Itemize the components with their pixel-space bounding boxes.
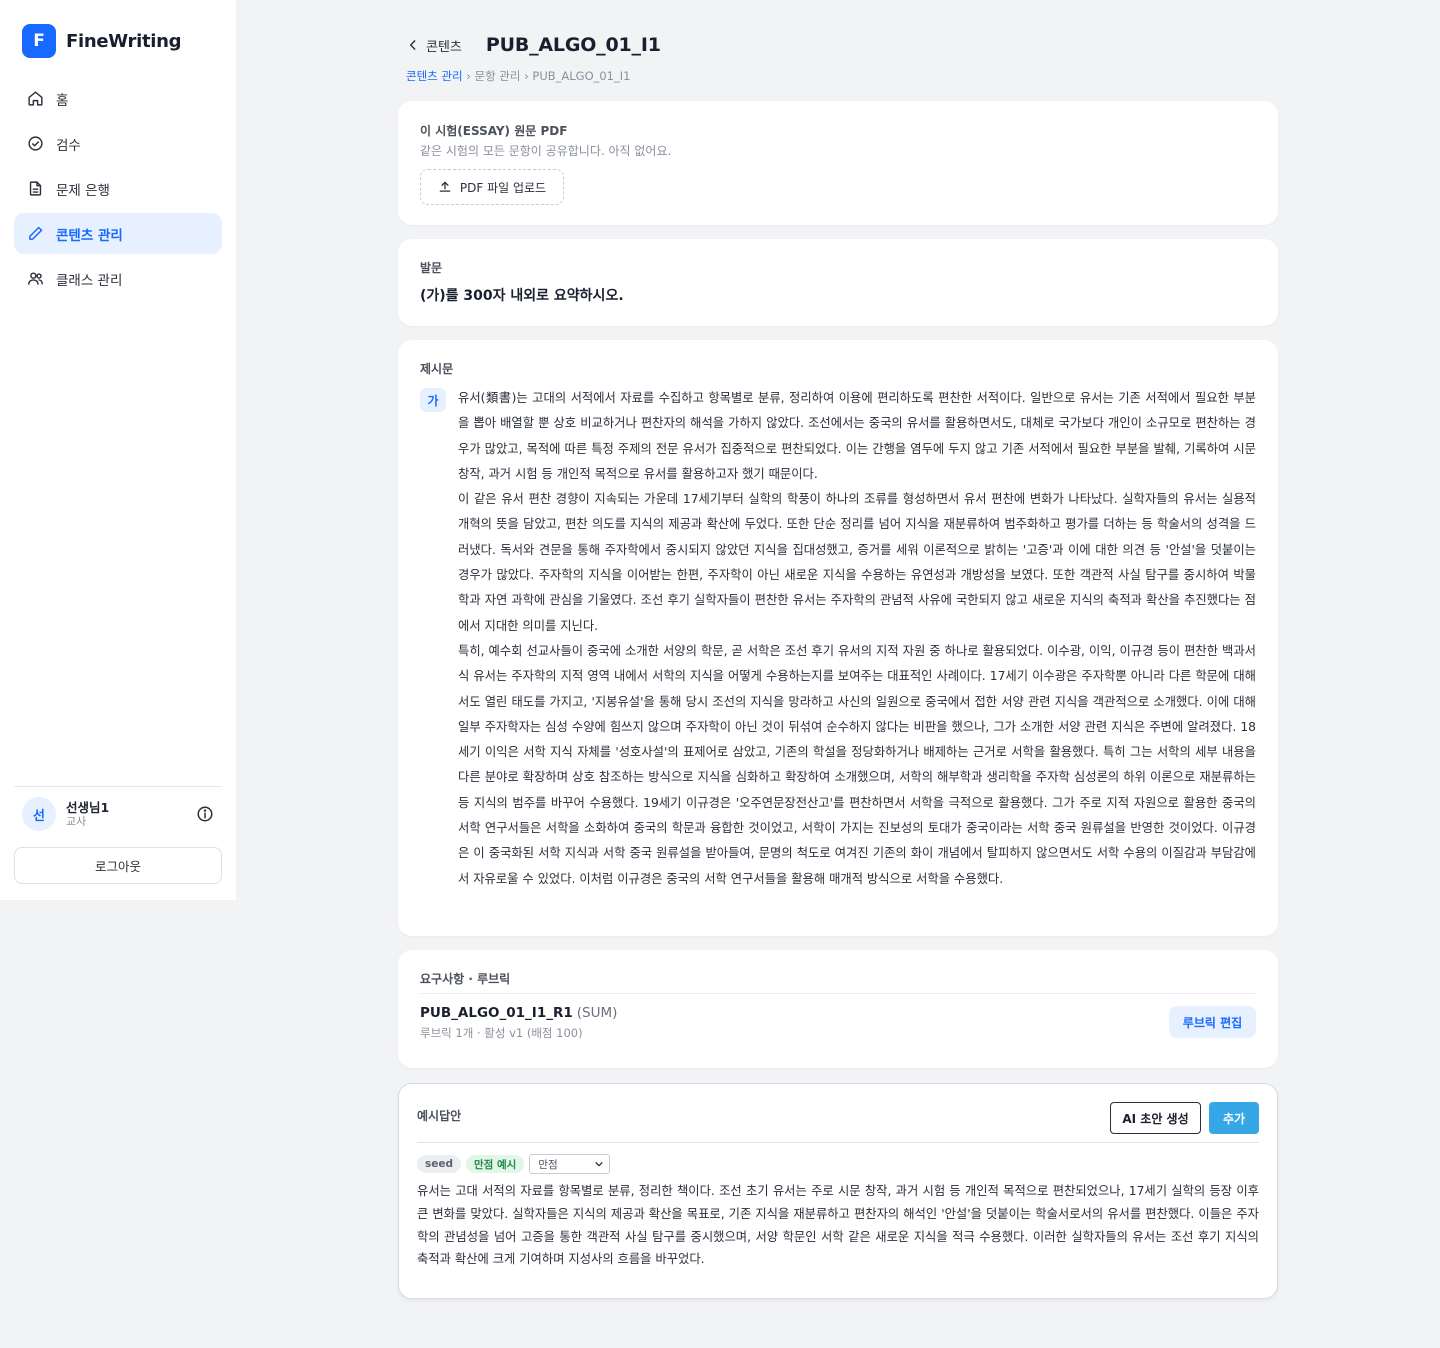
score-select[interactable]: 만점 <box>529 1154 611 1174</box>
page-header: 콘텐츠 PUB_ALGO_01_I1 <box>406 34 661 56</box>
sidebar-item-label: 검수 <box>56 137 81 154</box>
sidebar-item-class-management[interactable]: 클래스 관리 <box>14 258 222 299</box>
rubric-id: PUB_ALGO_01_I1_R1 (SUM) <box>420 1005 617 1021</box>
breadcrumb-item-questions[interactable]: 문항 관리 <box>474 69 520 83</box>
chevron-down-icon <box>595 1162 603 1167</box>
back-link[interactable]: 콘텐츠 <box>406 36 462 55</box>
passage-text: 유서(類書)는 고대의 서적에서 자료를 수집하고 항목별로 분류, 정리하여 … <box>458 386 1256 892</box>
breadcrumb: 콘텐츠 관리 › 문항 관리 › PUB_ALGO_01_I1 <box>406 68 630 84</box>
divider <box>420 993 1256 994</box>
passage-card-label: 제시문 <box>420 362 454 376</box>
divider <box>417 1142 1259 1143</box>
seed-badge: seed <box>417 1155 462 1173</box>
avatar: 선 <box>22 797 56 831</box>
home-icon <box>28 91 43 106</box>
pencil-icon <box>29 226 43 240</box>
breadcrumb-link-content[interactable]: 콘텐츠 관리 <box>406 69 463 83</box>
sample-answer-label: 예시답안 <box>417 1109 462 1123</box>
user-profile: 선 선생님1 교사 <box>22 796 214 832</box>
page-title: PUB_ALGO_01_I1 <box>485 34 661 56</box>
sample-answer-card: 예시답안 AI 초안 생성 추가 seed 만점 예시 만점 유서는 고대 서적… <box>398 1083 1278 1299</box>
passage-paragraph: 유서(類書)는 고대의 서적에서 자료를 수집하고 항목별로 분류, 정리하여 … <box>458 391 1256 481</box>
passage-tag: 가 <box>420 388 446 412</box>
upload-label: PDF 파일 업로드 <box>459 180 547 195</box>
answer-badges: seed 만점 예시 만점 <box>417 1154 611 1174</box>
sidebar-divider <box>14 786 222 787</box>
users-icon <box>28 272 43 285</box>
logo-mark: F <box>22 24 56 58</box>
chevron-left-icon <box>409 40 416 50</box>
logout-button[interactable]: 로그아웃 <box>14 847 222 884</box>
sample-answer-text: 유서는 고대 서적의 자료를 항목별로 분류, 정리한 책이다. 조선 초기 유… <box>417 1184 1259 1267</box>
ai-draft-button[interactable]: AI 초안 생성 <box>1110 1102 1201 1134</box>
prompt-card: 발문 (가)를 300자 내외로 요약하시오. <box>398 239 1278 326</box>
rubric-card-label: 요구사항 · 루브릭 <box>420 972 511 986</box>
sidebar-item-content-management[interactable]: 콘텐츠 관리 <box>14 213 222 254</box>
passage-paragraph: 이 같은 유서 편찬 경향이 지속되는 가운데 17세기부터 실학의 학풍이 하… <box>458 492 1256 633</box>
prompt-question: (가)를 300자 내외로 요약하시오. <box>420 288 624 304</box>
rubric-id-text: PUB_ALGO_01_I1_R1 <box>420 1005 573 1021</box>
breadcrumb-separator: › <box>520 69 533 83</box>
user-name: 선생님1 <box>66 800 110 815</box>
pdf-card: 이 시험(ESSAY) 원문 PDF 같은 시험의 모든 문항이 공유합니다. … <box>398 101 1278 225</box>
passage-paragraph: 특히, 예수회 선교사들이 중국에 소개한 서양의 학문, 곧 서학은 조선 후… <box>458 643 1256 886</box>
user-role: 교사 <box>66 815 87 828</box>
prompt-card-label: 발문 <box>420 261 443 275</box>
sidebar-item-home[interactable]: 홈 <box>14 78 222 119</box>
sidebar-item-label: 문제 은행 <box>56 182 110 199</box>
app-name: FineWriting <box>66 30 182 52</box>
rubric-card: 요구사항 · 루브릭 PUB_ALGO_01_I1_R1 (SUM) 루브릭 1개… <box>398 950 1278 1068</box>
pdf-upload-button[interactable]: PDF 파일 업로드 <box>420 169 564 205</box>
sidebar-nav: 홈 검수 문제 은행 콘텐츠 관리 클래스 관리 <box>14 78 222 303</box>
passage-card: 제시문 가 유서(類書)는 고대의 서적에서 자료를 수집하고 항목별로 분류,… <box>398 340 1278 936</box>
check-circle-icon <box>28 136 43 151</box>
info-icon[interactable] <box>196 805 214 823</box>
sidebar-item-label: 클래스 관리 <box>56 272 123 289</box>
rubric-meta: 루브릭 1개 · 활성 v1 (배점 100) <box>420 1026 583 1040</box>
edit-rubric-button[interactable]: 루브릭 편집 <box>1169 1006 1256 1038</box>
sidebar-item-label: 콘텐츠 관리 <box>56 227 123 244</box>
upload-icon <box>439 181 451 192</box>
app-logo[interactable]: F FineWriting <box>22 24 182 58</box>
score-select-value: 만점 <box>538 1158 558 1171</box>
add-button[interactable]: 추가 <box>1209 1102 1259 1134</box>
breadcrumb-current: PUB_ALGO_01_I1 <box>532 69 631 83</box>
rubric-mode: (SUM) <box>576 1005 618 1021</box>
sidebar-item-label: 홈 <box>56 92 69 109</box>
document-icon <box>29 181 42 196</box>
breadcrumb-separator: › <box>462 69 475 83</box>
pdf-card-description: 같은 시험의 모든 문항이 공유합니다. 아직 없어요. <box>420 144 672 158</box>
sidebar-item-question-bank[interactable]: 문제 은행 <box>14 168 222 209</box>
pdf-card-label: 이 시험(ESSAY) 원문 PDF <box>420 124 568 138</box>
full-score-badge: 만점 예시 <box>466 1155 525 1173</box>
sidebar: F FineWriting 홈 검수 문제 은행 콘텐츠 관리 클래스 관리 선… <box>0 0 236 900</box>
sidebar-item-review[interactable]: 검수 <box>14 123 222 164</box>
back-label: 콘텐츠 <box>426 39 462 55</box>
